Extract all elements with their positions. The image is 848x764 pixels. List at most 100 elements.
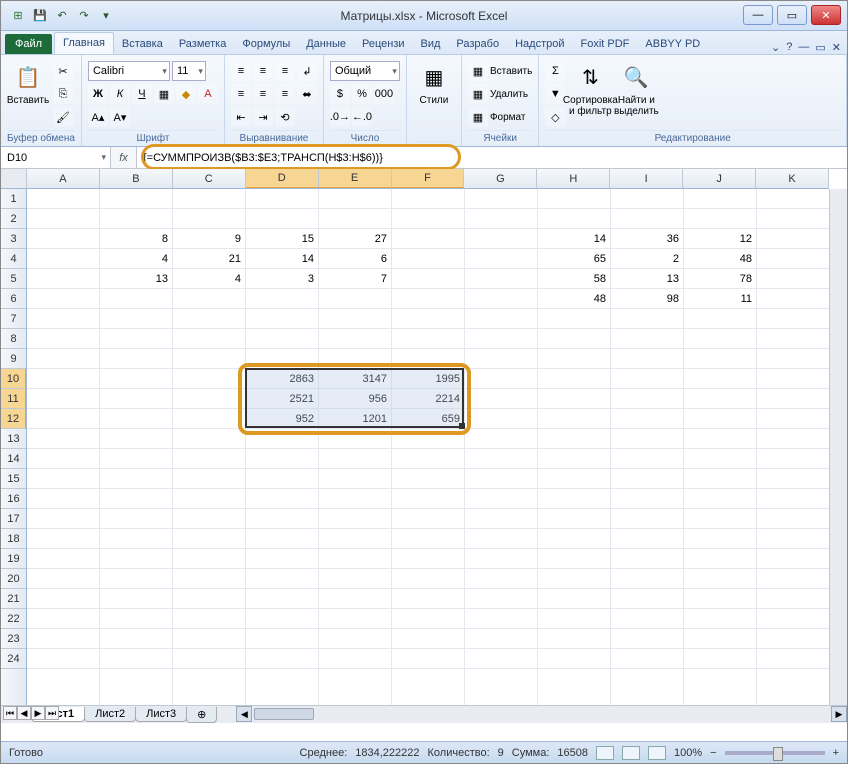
- tab-формулы[interactable]: Формулы: [234, 34, 298, 54]
- orientation-icon[interactable]: ⟲: [275, 107, 295, 127]
- vertical-scrollbar[interactable]: [829, 189, 847, 705]
- align-middle-icon[interactable]: ≡: [253, 61, 273, 81]
- tab-надстрой[interactable]: Надстрой: [507, 34, 572, 54]
- cell-J5[interactable]: 78: [684, 269, 757, 289]
- sheet-nav-last-icon[interactable]: ⏭: [45, 706, 59, 720]
- row-header-24[interactable]: 24: [1, 649, 26, 669]
- indent-inc-icon[interactable]: ⇥: [253, 107, 273, 127]
- row-header-9[interactable]: 9: [1, 349, 26, 369]
- row-header-19[interactable]: 19: [1, 549, 26, 569]
- align-bottom-icon[interactable]: ≡: [275, 61, 295, 81]
- fill-handle[interactable]: [459, 423, 465, 429]
- select-all-corner[interactable]: [1, 169, 27, 189]
- merge-icon[interactable]: ⬌: [297, 84, 317, 104]
- col-header-G[interactable]: G: [464, 169, 537, 188]
- row-header-14[interactable]: 14: [1, 449, 26, 469]
- cell-J6[interactable]: 11: [684, 289, 757, 309]
- row-header-2[interactable]: 2: [1, 209, 26, 229]
- align-center-icon[interactable]: ≡: [253, 84, 273, 104]
- cell-D3[interactable]: 15: [246, 229, 319, 249]
- comma-icon[interactable]: 000: [374, 84, 394, 104]
- view-pagebreak-icon[interactable]: [648, 746, 666, 760]
- cell-H6[interactable]: 48: [538, 289, 611, 309]
- tab-данные[interactable]: Данные: [298, 34, 354, 54]
- sort-filter-button[interactable]: ⇅ Сортировка и фильтр: [569, 57, 611, 117]
- row-header-18[interactable]: 18: [1, 529, 26, 549]
- align-top-icon[interactable]: ≡: [231, 61, 251, 81]
- tab-рецензи[interactable]: Рецензи: [354, 34, 413, 54]
- cell-H5[interactable]: 58: [538, 269, 611, 289]
- cell-B5[interactable]: 13: [100, 269, 173, 289]
- cell-B4[interactable]: 4: [100, 249, 173, 269]
- cell-E5[interactable]: 7: [319, 269, 392, 289]
- font-size-combo[interactable]: 11: [172, 61, 206, 81]
- hscroll-left-icon[interactable]: ◀: [236, 706, 252, 722]
- qat-dropdown-icon[interactable]: ▾: [97, 7, 115, 25]
- percent-icon[interactable]: %: [352, 84, 372, 104]
- cells-area[interactable]: 8915271436124211466524813437581378489811…: [27, 189, 829, 705]
- zoom-out-icon[interactable]: −: [710, 747, 716, 759]
- cell-C5[interactable]: 4: [173, 269, 246, 289]
- grow-font-icon[interactable]: A▴: [88, 107, 108, 127]
- tab-разметка[interactable]: Разметка: [171, 34, 235, 54]
- row-header-5[interactable]: 5: [1, 269, 26, 289]
- tab-вид[interactable]: Вид: [413, 34, 449, 54]
- cell-H4[interactable]: 65: [538, 249, 611, 269]
- row-header-17[interactable]: 17: [1, 509, 26, 529]
- tab-foxit pdf[interactable]: Foxit PDF: [573, 34, 638, 54]
- find-select-button[interactable]: 🔍 Найти и выделить: [615, 57, 657, 117]
- shrink-font-icon[interactable]: A▾: [110, 107, 130, 127]
- hscroll-thumb[interactable]: [254, 708, 314, 720]
- new-sheet-icon[interactable]: ⊕: [186, 707, 217, 723]
- hscroll-right-icon[interactable]: ▶: [831, 706, 847, 722]
- paste-button[interactable]: 📋 Вставить: [7, 57, 49, 106]
- cut-icon[interactable]: ✂: [53, 61, 73, 81]
- save-icon[interactable]: 💾: [31, 7, 49, 25]
- row-header-23[interactable]: 23: [1, 629, 26, 649]
- copy-icon[interactable]: ⎘: [53, 84, 73, 104]
- cell-J4[interactable]: 48: [684, 249, 757, 269]
- col-header-K[interactable]: K: [756, 169, 829, 188]
- maximize-button[interactable]: ▭: [777, 5, 807, 25]
- row-header-13[interactable]: 13: [1, 429, 26, 449]
- row-header-10[interactable]: 10: [1, 369, 26, 389]
- view-layout-icon[interactable]: [622, 746, 640, 760]
- row-header-3[interactable]: 3: [1, 229, 26, 249]
- row-header-7[interactable]: 7: [1, 309, 26, 329]
- increase-decimal-icon[interactable]: .0→: [330, 107, 350, 127]
- sheet-nav-prev-icon[interactable]: ◀: [17, 706, 31, 720]
- cell-D5[interactable]: 3: [246, 269, 319, 289]
- col-header-A[interactable]: A: [27, 169, 100, 188]
- autosum-icon[interactable]: Σ: [545, 61, 565, 81]
- fill-color-icon[interactable]: ◆: [176, 84, 196, 104]
- row-header-4[interactable]: 4: [1, 249, 26, 269]
- view-normal-icon[interactable]: [596, 746, 614, 760]
- horizontal-scrollbar[interactable]: ◀ ▶: [236, 706, 847, 723]
- border-icon[interactable]: ▦: [154, 84, 174, 104]
- currency-icon[interactable]: $: [330, 84, 350, 104]
- row-header-21[interactable]: 21: [1, 589, 26, 609]
- cell-B3[interactable]: 8: [100, 229, 173, 249]
- cell-I6[interactable]: 98: [611, 289, 684, 309]
- bold-icon[interactable]: Ж: [88, 84, 108, 104]
- align-right-icon[interactable]: ≡: [275, 84, 295, 104]
- indent-dec-icon[interactable]: ⇤: [231, 107, 251, 127]
- sheet-nav-first-icon[interactable]: ⏮: [3, 706, 17, 720]
- tab-file[interactable]: Файл: [5, 34, 52, 54]
- underline-icon[interactable]: Ч: [132, 84, 152, 104]
- align-left-icon[interactable]: ≡: [231, 84, 251, 104]
- italic-icon[interactable]: К: [110, 84, 130, 104]
- fx-icon[interactable]: fx: [111, 147, 137, 168]
- row-header-15[interactable]: 15: [1, 469, 26, 489]
- worksheet-grid[interactable]: ABCDEFGHIJK 1234567891011121314151617181…: [1, 169, 847, 723]
- cell-H3[interactable]: 14: [538, 229, 611, 249]
- cell-E4[interactable]: 6: [319, 249, 392, 269]
- styles-button[interactable]: ▦ Стили: [413, 57, 455, 106]
- cell-I4[interactable]: 2: [611, 249, 684, 269]
- row-header-20[interactable]: 20: [1, 569, 26, 589]
- format-cell-icon[interactable]: ▦: [468, 107, 488, 127]
- col-header-J[interactable]: J: [683, 169, 756, 188]
- redo-icon[interactable]: ↷: [75, 7, 93, 25]
- cell-J3[interactable]: 12: [684, 229, 757, 249]
- doc-minimize-icon[interactable]: —: [798, 41, 809, 54]
